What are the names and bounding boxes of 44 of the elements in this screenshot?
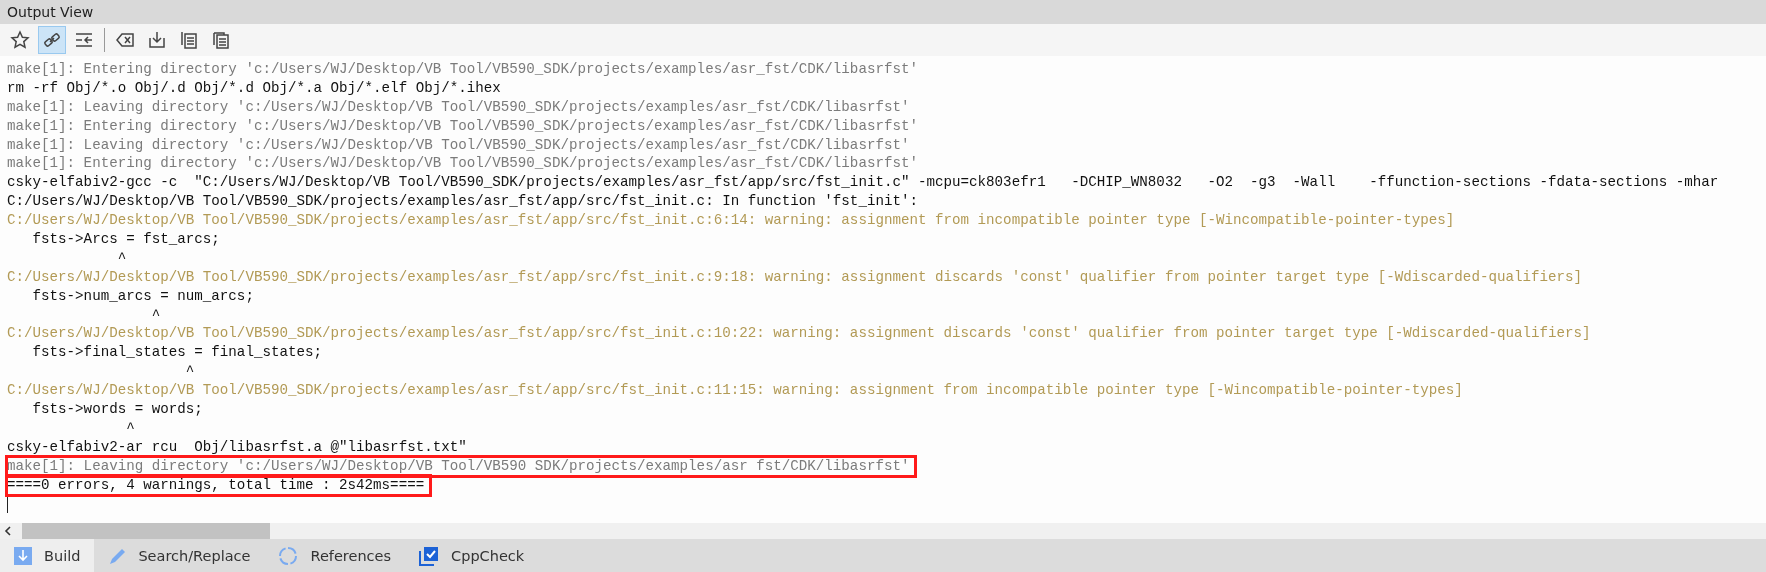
log-line: C:/Users/WJ/Desktop/VB Tool/VB590_SDK/projects/examples/asr_fst/app/src/fst_init.c: In function 'fst_init': [7, 192, 919, 212]
log-line: make[1]: Leaving directory 'c:/Users/WJ/Desktop/VB Tool/VB590 SDK/projects/examples/asr fst/CDK/libasrfst' [7, 456, 916, 476]
log-line: fsts->num_arcs = num_arcs; [31, 286, 255, 306]
download-icon [14, 546, 32, 565]
log-line: make[1]: Leaving directory 'c:/Users/WJ/Desktop/VB Tool/VB590_SDK/projects/examples/asr_fst/CDK/libasrfst' [7, 135, 911, 155]
tab[interactable]: Build [0, 539, 95, 572]
horizontal-scrollbar[interactable] [0, 523, 1766, 539]
pencil-icon [108, 546, 127, 565]
download-icon [147, 30, 167, 50]
log-line: make[1]: Leaving directory 'c:/Users/WJ/Desktop/VB Tool/VB590_SDK/projects/examples/asr_fst/CDK/libasrfst' [7, 97, 911, 117]
star-icon [10, 30, 30, 50]
log-line: C:/Users/WJ/Desktop/VB Tool/VB590_SDK/projects/examples/asr_fst/app/src/fst_init.c:6:14: warning: assignment from incompatible pointer type [-Wincompatible-pointer-types] [7, 211, 1456, 230]
toolbar-button[interactable] [38, 26, 66, 54]
scrollbar-thumb[interactable] [22, 523, 270, 539]
log-line: ^ [116, 248, 128, 268]
log-line: fsts->final_states = final_states; [31, 343, 323, 363]
log-line: make[1]: Entering directory 'c:/Users/WJ/Desktop/VB Tool/VB590_SDK/projects/examples/asr_fst/CDK/libasrfst' [7, 154, 919, 174]
log-line: fsts->words = words; [31, 400, 204, 419]
log-line: ====0 errors, 4 warnings, total time : 2s42ms==== [7, 475, 431, 495]
tab[interactable]: CppCheck [405, 539, 539, 572]
log-line: ^ [125, 418, 136, 438]
circle-icon [278, 545, 299, 566]
log-line: csky-elfabiv2-gcc -c "C:/Users/WJ/Desktop/VB Tool/VB590_SDK/projects/examples/asr_fst/app/src/fst_init.c" -mcpu=ck803efr1 -DCHIP_WN8032 -O2 -g3 -Wall -ffunction-sections -fdata-sections -mhar [7, 173, 1720, 193]
paste-icon [211, 30, 231, 50]
chevron-left-icon[interactable] [2, 525, 14, 537]
log-line: C:/Users/WJ/Desktop/VB Tool/VB590_SDK/projects/examples/asr_fst/app/src/fst_init.c:11:15: warning: assignment from incompatible pointer type [-Wincompatible-pointer-types] [7, 381, 1464, 401]
text-cursor [7, 496, 8, 513]
tab[interactable]: Search/Replace [94, 539, 265, 572]
panel-title: Output View [7, 4, 94, 20]
copy-icon [179, 30, 199, 50]
log-line: fsts->Arcs = fst_arcs; [31, 230, 221, 249]
log-line: ^ [184, 362, 196, 382]
tab[interactable]: References [264, 539, 406, 572]
log-line: csky-elfabiv2-ar rcu Obj/libasrfst.a @"libasrfst.txt" [7, 437, 468, 457]
indent-icon [74, 30, 94, 50]
checkbox-icon [419, 545, 440, 566]
log-line: C:/Users/WJ/Desktop/VB Tool/VB590_SDK/projects/examples/asr_fst/app/src/fst_init.c:10:22: warning: assignment discards 'const' qualifier from pointer target type [-Wdiscarded-qualifiers] [7, 324, 1592, 344]
log-line: C:/Users/WJ/Desktop/VB Tool/VB590_SDK/projects/examples/asr_fst/app/src/fst_init.c:9:18: warning: assignment discards 'const' qualifier from pointer target type [-Wdiscarded-qualifiers] [7, 267, 1584, 287]
link-icon [42, 30, 62, 50]
log-line: rm -rf Obj/*.o Obj/.d Obj/*.d Obj/*.a Obj/*.elf Obj/*.ihex [7, 78, 502, 98]
log-line: make[1]: Entering directory 'c:/Users/WJ/Desktop/VB Tool/VB590_SDK/projects/examples/asr_fst/CDK/libasrfst' [7, 60, 919, 79]
log-line: make[1]: Entering directory 'c:/Users/WJ/Desktop/VB Tool/VB590_SDK/projects/examples/asr_fst/CDK/libasrfst' [7, 116, 919, 136]
log-line: ^ [150, 305, 162, 325]
clear-icon [115, 30, 135, 50]
